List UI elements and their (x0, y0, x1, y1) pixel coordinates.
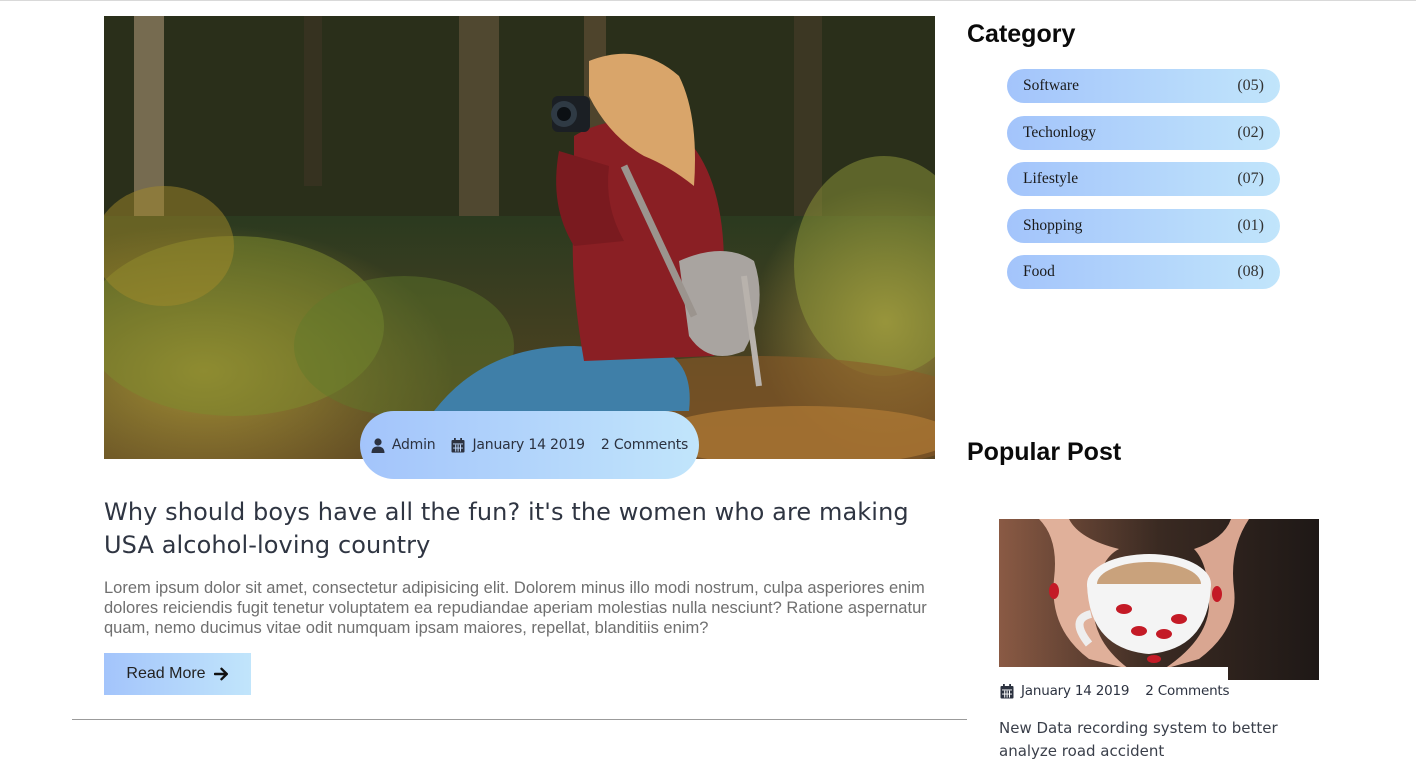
category-name: Techonlogy (1023, 123, 1096, 141)
top-border (0, 0, 1416, 1)
read-more-label: Read More (126, 665, 206, 682)
post-author[interactable]: Admin (371, 437, 436, 453)
category-name: Software (1023, 77, 1079, 94)
category-name: Lifestyle (1023, 170, 1079, 188)
popular-post-date: January 14 2019 (1000, 683, 1129, 699)
photographer-image (104, 16, 935, 459)
post-featured-image[interactable] (104, 16, 935, 459)
popular-post-image-mask (999, 667, 1228, 681)
category-item-food[interactable]: Food (08) (1007, 255, 1280, 290)
post-title[interactable]: Why should boys have all the fun? it's t… (104, 496, 934, 562)
calendar-icon (1000, 683, 1014, 698)
post-comments[interactable]: 2 Comments (601, 437, 688, 453)
category-count: (08) (1237, 263, 1264, 281)
post-excerpt: Lorem ipsum dolor sit amet, consectetur … (104, 579, 927, 637)
read-more-button[interactable]: Read More (104, 653, 251, 695)
category-item-shopping[interactable]: Shopping (01) (1007, 208, 1280, 243)
post-divider (72, 719, 967, 720)
category-list: Software (05) Techonlogy (02) Lifestyle … (1007, 69, 1280, 302)
category-count: (02) (1237, 123, 1264, 141)
popular-post-title[interactable]: New Data recording system to better anal… (999, 717, 1299, 763)
category-item-software[interactable]: Software (05) (1007, 69, 1280, 103)
post-author-label: Admin (391, 437, 436, 453)
post-comments-label: 2 Comments (600, 437, 689, 453)
calendar-icon (451, 437, 465, 452)
coffee-cup-image (999, 519, 1319, 680)
post-date-label: January 14 2019 (472, 437, 585, 453)
arrow-right-icon (213, 667, 228, 681)
popular-post-date-label: January 14 2019 (1021, 683, 1130, 699)
category-name: Shopping (1023, 216, 1083, 234)
category-name: Food (1023, 263, 1055, 281)
popular-post-image[interactable] (999, 519, 1319, 680)
popular-post-comments[interactable]: 2 Comments (1145, 683, 1229, 699)
category-count: (01) (1237, 216, 1264, 234)
popular-post-meta: January 14 2019 2 Comments (1000, 683, 1230, 699)
user-icon (371, 437, 385, 453)
category-count: (07) (1237, 170, 1264, 188)
post-date: January 14 2019 (451, 437, 585, 453)
category-count: (05) (1237, 77, 1264, 94)
category-item-techonlogy[interactable]: Techonlogy (02) (1007, 115, 1280, 150)
category-item-lifestyle[interactable]: Lifestyle (07) (1007, 162, 1280, 197)
popular-post-widget-title: Popular Post (967, 438, 1122, 466)
post-meta: Admin January 14 2019 2 Comments (360, 411, 699, 479)
category-widget-title: Category (967, 20, 1076, 48)
